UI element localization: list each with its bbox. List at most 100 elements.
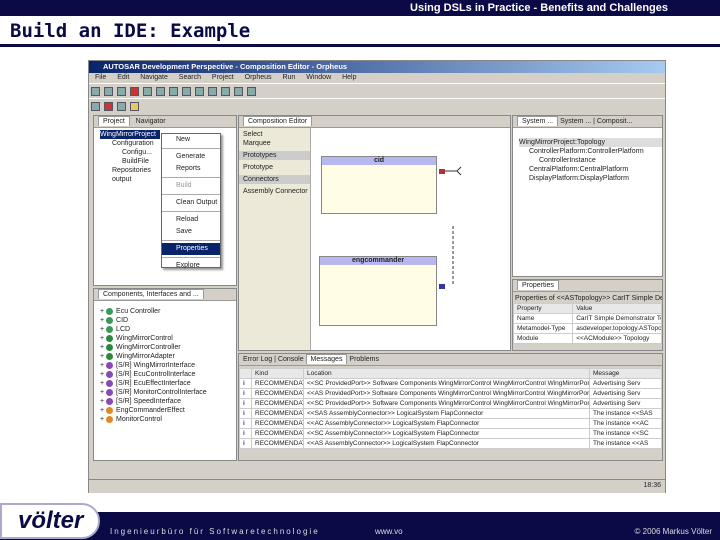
menu-item-generate[interactable]: Generate — [162, 151, 220, 163]
property-row[interactable]: Module <<ACModule>> Topology — [512, 333, 662, 344]
message-row[interactable]: iRECOMMENDATION<<SC ProvidedPort>> Softw… — [239, 398, 662, 409]
message-row[interactable]: iRECOMMENDATION<<SAS AssemblyConnector>>… — [239, 408, 662, 419]
component-item[interactable]: + [S/R] SpeedInterface — [100, 397, 236, 406]
component-icon — [106, 343, 114, 351]
menu-item-clean-output[interactable]: Clean Output — [162, 197, 220, 209]
components-panel: Components, Interfaces and ... + Ecu Con… — [93, 288, 237, 461]
tree-item[interactable]: CentralPlatform:CentralPlatform — [519, 165, 662, 174]
info-icon: i — [239, 378, 252, 389]
ide-window: AUTOSAR Development Perspective - Compos… — [88, 60, 666, 493]
tab-messages[interactable]: Messages — [305, 354, 348, 364]
component-item[interactable]: + MonitorControl — [100, 415, 236, 424]
properties-table: Property Value Name CarIT Simple Demonstra… — [512, 303, 662, 344]
info-icon: i — [239, 418, 252, 429]
component-box[interactable]: cid — [321, 156, 437, 214]
tab-composition[interactable]: Composit... — [597, 118, 632, 125]
col-kind[interactable]: Kind — [251, 368, 304, 379]
messages-panel: Error Log | Console Messages Problems Ki… — [238, 353, 663, 461]
palette-prototype[interactable]: Prototype — [239, 163, 310, 172]
component-item[interactable]: + [S/R] WingMirrorInterface — [100, 361, 236, 370]
palette-assembly-connector[interactable]: Assembly Connector — [239, 187, 310, 196]
window-title: AUTOSAR Development Perspective - Compos… — [89, 61, 665, 73]
col-message[interactable]: Message — [589, 368, 662, 379]
component-item[interactable]: + CID — [100, 316, 236, 325]
component-item[interactable]: + Ecu Controller — [100, 307, 236, 316]
palette-prototypes[interactable]: Prototypes — [239, 151, 310, 160]
palette: Select Marquee Prototypes Prototype Conn… — [239, 128, 311, 350]
menu-item-properties[interactable]: Properties — [162, 243, 220, 255]
tab-components[interactable]: Components, Interfaces and ... — [98, 289, 204, 299]
property-row[interactable]: Metamodel-Type asdeveloper.topology.ASTop… — [512, 323, 662, 334]
tree-item[interactable]: ControllerPlatform:ControllerPlatform — [519, 147, 662, 156]
info-icon: i — [239, 398, 252, 409]
component-item[interactable]: + WingMirrorAdapter — [100, 352, 236, 361]
component-icon — [106, 379, 114, 387]
component-icon — [106, 316, 114, 324]
tab-system[interactable]: System ... — [517, 116, 559, 126]
component-icon — [106, 406, 114, 414]
message-row[interactable]: iRECOMMENDATION<<AS ProvidedPort>> Softw… — [239, 388, 662, 399]
menu-item-new[interactable]: New — [162, 134, 220, 146]
component-item[interactable]: + WingMirrorControl — [100, 334, 236, 343]
component-icon — [106, 415, 114, 423]
component-item[interactable]: + [S/R] MonitorControlInterface — [100, 388, 236, 397]
info-icon: i — [239, 388, 252, 399]
tab-project[interactable]: Project — [98, 116, 130, 126]
tree-item[interactable]: WingMirrorProject:Topology — [519, 138, 662, 147]
menu-item-reports[interactable]: Reports — [162, 163, 220, 175]
component-item[interactable]: + [S/R] EcuEffectInterface — [100, 379, 236, 388]
palette-marquee[interactable]: Marquee — [239, 139, 310, 148]
component-item[interactable]: + EngCommanderEffect — [100, 406, 236, 415]
menu-item-reload[interactable]: Reload — [162, 214, 220, 226]
tab-navigator[interactable]: Navigator — [136, 118, 166, 125]
system-panel: System ... System ... | Composit... Wing… — [512, 115, 663, 277]
col-location[interactable]: Location — [303, 368, 590, 379]
message-row[interactable]: iRECOMMENDATION<<AS AssemblyConnector>> … — [239, 438, 662, 449]
title-divider — [0, 44, 720, 47]
component-item[interactable]: + WingMirrorController — [100, 343, 236, 352]
toolbar[interactable] — [89, 83, 665, 98]
footer-url[interactable]: www.vo — [375, 527, 403, 536]
component-icon — [106, 352, 114, 360]
messages-table: KindLocationMessage iRECOMMENDATION<<SC … — [239, 368, 662, 449]
slide-header: Using DSLs in Practice - Benefits and Ch… — [0, 0, 720, 16]
taskbar: 18:36 — [89, 479, 665, 493]
menu-item-explore[interactable]: Explore — [162, 260, 220, 272]
message-row[interactable]: iRECOMMENDATION<<SC AssemblyConnector>> … — [239, 428, 662, 439]
component-icon — [106, 397, 114, 405]
message-row[interactable]: iRECOMMENDATION<<SC ProvidedPort>> Softw… — [239, 378, 662, 389]
context-menu: New Generate Reports Build Clean Output … — [161, 133, 221, 269]
tab-console[interactable]: Console — [278, 356, 304, 363]
tab-properties[interactable]: Properties — [517, 280, 559, 290]
info-icon: i — [239, 428, 252, 439]
tree-item[interactable]: WingMirrorProject — [100, 130, 160, 139]
component-icon — [106, 334, 114, 342]
palette-connectors[interactable]: Connectors — [239, 175, 310, 184]
col-value[interactable]: Value — [572, 303, 662, 314]
component-item[interactable]: + [S/R] EcuControlInterface — [100, 370, 236, 379]
tree-item[interactable]: DisplayPlatform:DisplayPlatform — [519, 174, 662, 183]
component-item[interactable]: + LCD — [100, 325, 236, 334]
component-icon — [106, 307, 114, 315]
info-icon: i — [239, 408, 252, 419]
menu-bar[interactable]: File Edit Navigate Search Project Orpheu… — [89, 73, 665, 83]
menu-item-build[interactable]: Build — [162, 180, 220, 192]
tab-problems[interactable]: Problems — [349, 356, 379, 363]
tab-system-2[interactable]: System ... — [560, 118, 591, 125]
perspective-toolbar[interactable] — [89, 98, 665, 113]
tab-error-log[interactable]: Error Log — [243, 356, 272, 363]
properties-header: Properties of <<ASTopology>> CarIT Simpl… — [515, 295, 662, 302]
tree-item[interactable]: ControllerInstance — [519, 156, 662, 165]
component-icon — [106, 361, 114, 369]
message-row[interactable]: iRECOMMENDATION<<AC AssemblyConnector>> … — [239, 418, 662, 429]
col-property[interactable]: Property — [512, 303, 574, 314]
property-row[interactable]: NameCarIT Simple Demonstrator Topology — [512, 313, 662, 324]
taskbar-clock: 18:36 — [643, 482, 661, 489]
properties-panel: Properties Properties of <<ASTopology>> … — [512, 279, 663, 351]
slide-title: Build an IDE: Example — [10, 20, 251, 42]
slide-footer: Ingenieurbüro für Softwaretechnologie ww… — [0, 512, 720, 540]
menu-item-save[interactable]: Save — [162, 226, 220, 238]
tab-composition-editor[interactable]: Composition Editor — [243, 116, 313, 126]
component-box[interactable]: engcommander — [319, 256, 437, 326]
palette-select[interactable]: Select — [239, 130, 310, 139]
